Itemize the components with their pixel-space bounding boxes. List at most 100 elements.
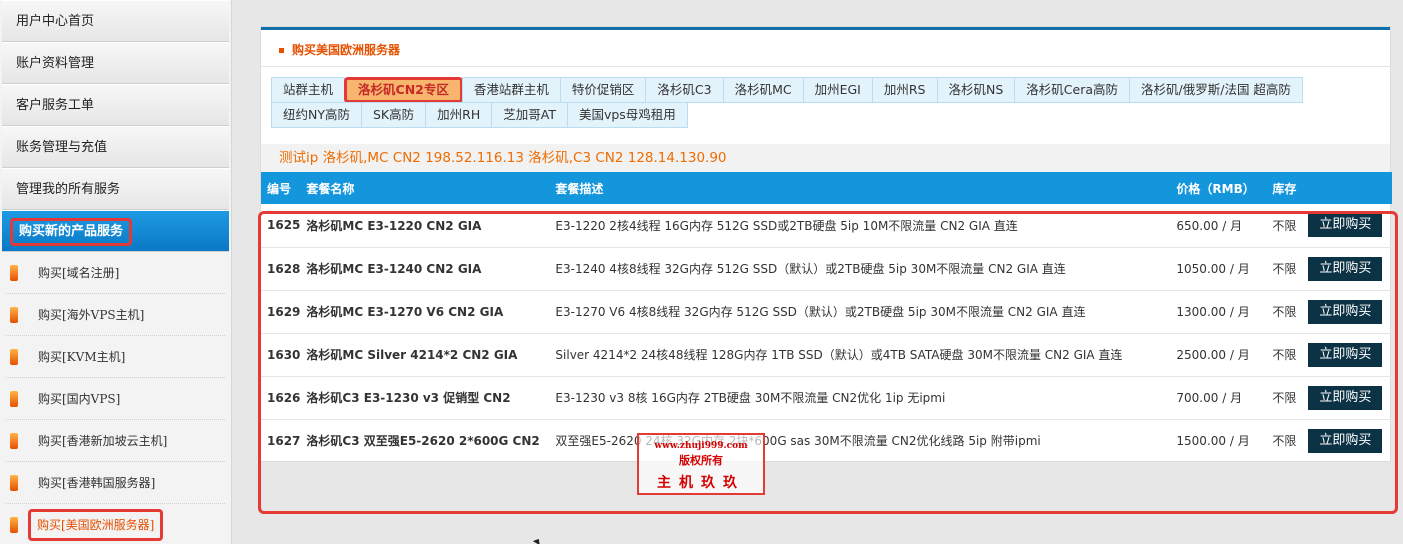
tab-la-cera[interactable]: 洛杉矶Cera高防 <box>1014 77 1131 103</box>
product-stock: 不限 <box>1266 290 1303 334</box>
product-stock: 不限 <box>1266 247 1303 291</box>
product-id: 1628 <box>261 247 301 291</box>
sub-item-kvm[interactable]: 购买[KVM主机] <box>6 336 225 378</box>
product-stock: 不限 <box>1266 333 1303 377</box>
sub-item-domestic-vps[interactable]: 购买[国内VPS] <box>6 378 225 420</box>
buy-now-button[interactable]: 立即购买 <box>1308 385 1383 410</box>
product-price: 650.00 / 月 <box>1170 204 1267 248</box>
buy-now-button[interactable]: 立即购买 <box>1308 299 1383 324</box>
product-stock: 不限 <box>1266 376 1303 420</box>
buy-now-button[interactable]: 立即购买 <box>1308 213 1383 238</box>
watermark-copyright: 版权所有 <box>679 454 723 467</box>
product-name: 洛杉矶MC Silver 4214*2 CN2 GIA <box>300 333 550 377</box>
bullet-icon <box>10 307 18 323</box>
header-desc: 套餐描述 <box>549 172 1171 204</box>
table-header: 编号 套餐名称 套餐描述 价格（RMB） 库存 <box>261 172 1392 204</box>
product-id: 1629 <box>261 290 301 334</box>
product-price: 700.00 / 月 <box>1170 376 1267 420</box>
product-desc: E3-1220 2核4线程 16G内存 512G SSD或2TB硬盘 5ip 1… <box>549 204 1171 248</box>
product-table: 编号 套餐名称 套餐描述 价格（RMB） 库存 1625 洛杉矶MC E3-12… <box>261 172 1392 463</box>
sub-item-label: 购买[KVM主机] <box>38 350 126 364</box>
tab-ca-egi[interactable]: 加州EGI <box>802 77 873 103</box>
sub-item-label: 购买[香港新加坡云主机] <box>38 434 168 448</box>
product-price: 2500.00 / 月 <box>1170 333 1267 377</box>
tab-ca-rh[interactable]: 加州RH <box>425 102 493 128</box>
tab-sk-ddos[interactable]: SK高防 <box>361 102 427 128</box>
sub-item-hk-kr-server[interactable]: 购买[香港韩国服务器] <box>6 462 225 504</box>
product-panel: 购买美国欧洲服务器 站群主机 洛杉矶CN2专区 香港站群主机 特价促销区 洛杉矶… <box>260 26 1392 463</box>
tab-station-group[interactable]: 站群主机 <box>271 77 346 103</box>
product-price: 1300.00 / 月 <box>1170 290 1267 334</box>
product-name: 洛杉矶MC E3-1220 CN2 GIA <box>300 204 550 248</box>
watermark-stamp: www.zhuji999.com 版权所有 主机玖玖 <box>637 433 765 495</box>
tab-us-vps-host[interactable]: 美国vps母鸡租用 <box>566 102 688 128</box>
buy-now-button[interactable]: 立即购买 <box>1308 342 1383 367</box>
watermark-brand: 主机玖玖 <box>657 475 745 491</box>
tab-chicago-at[interactable]: 芝加哥AT <box>491 102 568 128</box>
sidebar-item-buy-products[interactable]: 购买新的产品服务 <box>2 210 229 252</box>
table-row: 1630 洛杉矶MC Silver 4214*2 CN2 GIA Silver … <box>261 333 1392 377</box>
sub-item-label: 购买[国内VPS] <box>38 392 121 406</box>
product-stock: 不限 <box>1266 419 1303 463</box>
header-name: 套餐名称 <box>300 172 550 204</box>
product-desc: Silver 4214*2 24核48线程 128G内存 1TB SSD（默认）… <box>549 333 1171 377</box>
product-desc: E3-1270 V6 4核8线程 32G内存 512G SSD（默认）或2TB硬… <box>549 290 1171 334</box>
sub-item-hk-sg-cloud[interactable]: 购买[香港新加坡云主机] <box>6 420 225 462</box>
tab-promotions[interactable]: 特价促销区 <box>559 77 647 103</box>
tab-la-mc[interactable]: 洛杉矶MC <box>722 77 804 103</box>
sidebar-item-buy-products-label: 购买新的产品服务 <box>10 218 133 246</box>
product-id: 1625 <box>261 204 301 248</box>
sidebar-item-tickets[interactable]: 客户服务工单 <box>2 84 229 126</box>
sub-item-label: 购买[香港韩国服务器] <box>38 476 156 490</box>
product-desc: E3-1230 v3 8核 16G内存 2TB硬盘 30M不限流量 CN2优化 … <box>549 376 1171 420</box>
product-id: 1630 <box>261 333 301 377</box>
sub-item-overseas-vps[interactable]: 购买[海外VPS主机] <box>6 294 225 336</box>
tab-ny-ddos[interactable]: 纽约NY高防 <box>271 102 362 128</box>
header-price: 价格（RMB） <box>1170 172 1267 204</box>
product-id: 1627 <box>261 419 301 463</box>
tab-hk-station-group[interactable]: 香港站群主机 <box>461 77 561 103</box>
watermark-url: www.zhuji999.com <box>654 441 748 451</box>
sidebar-item-services[interactable]: 管理我的所有服务 <box>2 168 229 210</box>
product-desc: E3-1240 4核8线程 32G内存 512G SSD（默认）或2TB硬盘 5… <box>549 247 1171 291</box>
panel-header: 购买美国欧洲服务器 <box>261 27 1390 67</box>
sub-item-domain[interactable]: 购买[域名注册] <box>6 252 225 294</box>
tab-la-cn2[interactable]: 洛杉矶CN2专区 <box>344 77 463 103</box>
bullet-icon <box>279 48 284 53</box>
table-row: 1629 洛杉矶MC E3-1270 V6 CN2 GIA E3-1270 V6… <box>261 290 1392 334</box>
product-price: 1500.00 / 月 <box>1170 419 1267 463</box>
buy-now-button[interactable]: 立即购买 <box>1308 428 1383 453</box>
sub-item-us-eu-server[interactable]: 购买[美国欧洲服务器] <box>6 504 225 544</box>
product-name: 洛杉矶MC E3-1240 CN2 GIA <box>300 247 550 291</box>
table-row: 1628 洛杉矶MC E3-1240 CN2 GIA E3-1240 4核8线程… <box>261 247 1392 291</box>
header-action <box>1302 172 1392 204</box>
sidebar-item-home[interactable]: 用户中心首页 <box>2 0 229 42</box>
bullet-icon <box>10 475 18 491</box>
product-stock: 不限 <box>1266 204 1303 248</box>
sub-item-label: 购买[美国欧洲服务器] <box>28 509 164 541</box>
product-name: 洛杉矶C3 双至强E5-2620 2*600G CN2 <box>300 419 550 463</box>
tab-la-c3[interactable]: 洛杉矶C3 <box>645 77 724 103</box>
page-title: 购买美国欧洲服务器 <box>292 43 401 57</box>
sidebar: 用户中心首页 账户资料管理 客户服务工单 账务管理与充值 管理我的所有服务 购买… <box>0 0 232 544</box>
product-name: 洛杉矶C3 E3-1230 v3 促销型 CN2 <box>300 376 550 420</box>
bullet-icon <box>10 517 18 533</box>
sidebar-item-profile[interactable]: 账户资料管理 <box>2 42 229 84</box>
table-row: 1627 洛杉矶C3 双至强E5-2620 2*600G CN2 双至强E5-2… <box>261 419 1392 463</box>
sub-item-label: 购买[域名注册] <box>38 266 120 280</box>
header-id: 编号 <box>261 172 301 204</box>
header-stock: 库存 <box>1266 172 1303 204</box>
product-id: 1626 <box>261 376 301 420</box>
bullet-icon <box>10 265 18 281</box>
tab-ca-rs[interactable]: 加州RS <box>871 77 938 103</box>
sub-item-label: 购买[海外VPS主机] <box>38 308 145 322</box>
sidebar-item-billing[interactable]: 账务管理与充值 <box>2 126 229 168</box>
bullet-icon <box>10 349 18 365</box>
tab-la-ns[interactable]: 洛杉矶NS <box>936 77 1016 103</box>
table-row: 1625 洛杉矶MC E3-1220 CN2 GIA E3-1220 2核4线程… <box>261 204 1392 248</box>
tab-la-ru-fr-ddos[interactable]: 洛杉矶/俄罗斯/法国 超高防 <box>1129 77 1303 103</box>
product-price: 1050.00 / 月 <box>1170 247 1267 291</box>
buy-now-button[interactable]: 立即购买 <box>1308 256 1383 281</box>
test-ip-notice: 测试ip 洛杉矶,MC CN2 198.52.116.13 洛杉矶,C3 CN2… <box>261 144 1390 172</box>
bullet-icon <box>10 391 18 407</box>
